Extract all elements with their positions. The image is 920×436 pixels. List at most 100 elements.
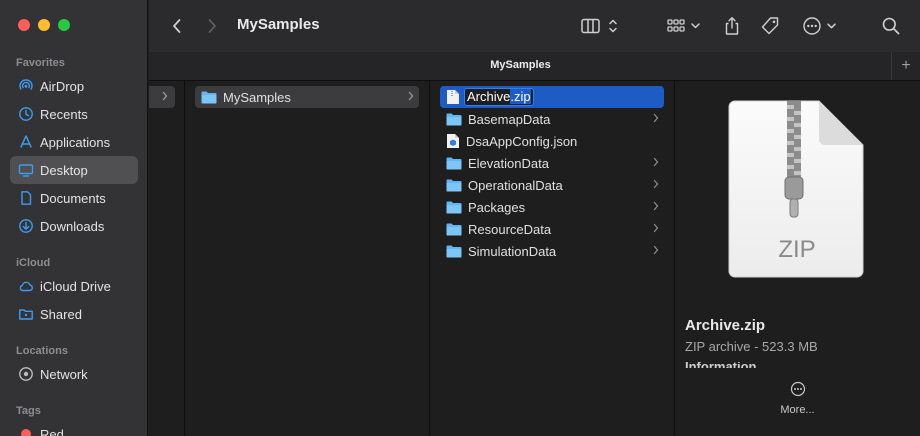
chevron-right-icon bbox=[653, 245, 659, 255]
search-icon bbox=[882, 17, 900, 35]
more-button[interactable]: More... bbox=[675, 381, 920, 416]
back-button[interactable] bbox=[167, 14, 187, 38]
rename-extension: .zip bbox=[510, 89, 531, 104]
new-tab-button[interactable]: + bbox=[891, 52, 920, 80]
window-title: MySamples bbox=[237, 16, 320, 33]
action-menu-button[interactable] bbox=[802, 14, 840, 38]
sidebar-item-label: Applications bbox=[40, 134, 111, 150]
shared-folder-icon bbox=[19, 309, 33, 320]
list-item-simulationdata[interactable]: SimulationData bbox=[440, 240, 664, 262]
search-button[interactable] bbox=[879, 14, 903, 38]
folder-icon bbox=[446, 201, 462, 213]
minimize-window-button[interactable] bbox=[38, 19, 50, 31]
preview-pane: ZIP Archive.zip ZIP archive - 523.3 MB I… bbox=[675, 81, 920, 436]
preview-file-name: Archive.zip bbox=[685, 317, 766, 334]
more-label: More... bbox=[780, 404, 815, 416]
ellipsis-circle-icon bbox=[790, 381, 805, 397]
sidebar-item-recents[interactable]: Recents bbox=[10, 100, 138, 128]
sidebar-section-icloud: iCloud bbox=[16, 257, 51, 269]
rename-field[interactable]: Archive.zip bbox=[464, 88, 534, 106]
list-item-resourcedata[interactable]: ResourceData bbox=[440, 218, 664, 240]
forward-button[interactable] bbox=[202, 14, 222, 38]
tab-mysamples[interactable]: MySamples bbox=[149, 59, 892, 71]
desktop-icon bbox=[18, 164, 34, 177]
item-name: Packages bbox=[468, 199, 526, 215]
folder-icon bbox=[446, 157, 462, 169]
rename-base: Archive bbox=[467, 89, 511, 104]
list-item-packages[interactable]: Packages bbox=[440, 196, 664, 218]
chevron-right-icon bbox=[653, 179, 659, 189]
item-name: SimulationData bbox=[468, 243, 557, 259]
chevron-right-icon bbox=[208, 19, 216, 33]
item-name: ResourceData bbox=[468, 221, 552, 237]
list-item-dsaappconfig-json[interactable]: DsaAppConfig.json bbox=[440, 130, 664, 152]
finder-window: Favorites AirDrop Recents Applications D… bbox=[0, 0, 920, 436]
sidebar-item-downloads[interactable]: Downloads bbox=[10, 212, 138, 240]
list-item-operationaldata[interactable]: OperationalData bbox=[440, 174, 664, 196]
share-icon bbox=[725, 17, 739, 35]
sidebar-item-network[interactable]: Network bbox=[10, 360, 138, 388]
column-view-icon bbox=[581, 18, 617, 34]
sidebar-section-favorites: Favorites bbox=[16, 57, 65, 69]
item-name: DsaAppConfig.json bbox=[466, 133, 578, 149]
window-controls bbox=[18, 19, 70, 31]
chevron-right-icon bbox=[653, 201, 659, 211]
folder-icon bbox=[201, 91, 217, 103]
applications-icon bbox=[20, 135, 32, 148]
network-icon bbox=[19, 367, 33, 381]
download-icon bbox=[19, 219, 33, 233]
item-name: ElevationData bbox=[468, 155, 549, 171]
zoom-window-button[interactable] bbox=[58, 19, 70, 31]
sidebar-item-documents[interactable]: Documents bbox=[10, 184, 138, 212]
zip-file-icon bbox=[447, 90, 459, 104]
sidebar-item-label: Recents bbox=[40, 106, 88, 122]
group-button[interactable] bbox=[666, 14, 704, 38]
sidebar-item-shared[interactable]: Shared bbox=[10, 300, 138, 328]
sidebar-item-label: Documents bbox=[40, 190, 106, 206]
item-name: BasemapData bbox=[468, 111, 551, 127]
sidebar: Favorites AirDrop Recents Applications D… bbox=[0, 0, 148, 436]
list-item-elevationdata[interactable]: ElevationData bbox=[440, 152, 664, 174]
sidebar-item-label: Network bbox=[40, 366, 88, 382]
column-1[interactable] bbox=[149, 81, 185, 436]
clock-icon bbox=[19, 107, 33, 121]
folder-icon bbox=[446, 113, 462, 125]
airdrop-icon bbox=[19, 79, 33, 90]
sidebar-item-applications[interactable]: Applications bbox=[10, 128, 138, 156]
chevron-right-icon bbox=[653, 223, 659, 233]
item-name: OperationalData bbox=[468, 177, 563, 193]
view-mode-button[interactable] bbox=[580, 14, 622, 38]
sidebar-item-label: Downloads bbox=[40, 218, 105, 234]
cloud-icon bbox=[19, 281, 33, 292]
list-item-mysamples[interactable]: MySamples bbox=[195, 86, 419, 108]
list-item-basemapdata[interactable]: BasemapData bbox=[440, 108, 664, 130]
folder-icon bbox=[446, 245, 462, 257]
list-item-archive-zip[interactable]: Archive.zip bbox=[440, 86, 664, 108]
sidebar-item-airdrop[interactable]: AirDrop bbox=[10, 72, 138, 100]
sidebar-item-tag-red[interactable]: Red bbox=[10, 420, 138, 436]
red-tag-dot-icon bbox=[21, 429, 31, 436]
sidebar-item-icloud-drive[interactable]: iCloud Drive bbox=[10, 272, 138, 300]
sidebar-item-label: AirDrop bbox=[40, 78, 85, 94]
group-grid-icon bbox=[667, 19, 700, 32]
column-2[interactable]: MySamples bbox=[185, 81, 430, 436]
item-name: MySamples bbox=[223, 89, 291, 105]
chevron-right-icon bbox=[653, 113, 659, 123]
close-window-button[interactable] bbox=[18, 19, 30, 31]
chevron-right-icon bbox=[408, 91, 414, 101]
share-button[interactable] bbox=[720, 14, 744, 38]
list-item[interactable] bbox=[149, 86, 175, 108]
column-3[interactable]: Archive.zip BasemapData DsaAppConfig.jso… bbox=[430, 81, 675, 436]
toolbar: MySamples bbox=[149, 0, 920, 52]
document-icon bbox=[21, 191, 32, 205]
zip-icon-label: ZIP bbox=[778, 236, 816, 263]
sidebar-item-label: Desktop bbox=[40, 162, 88, 178]
tab-bar: MySamples + bbox=[149, 52, 920, 81]
json-file-icon bbox=[447, 134, 459, 148]
tag-icon bbox=[761, 17, 779, 35]
sidebar-item-desktop[interactable]: Desktop bbox=[10, 156, 138, 184]
chevron-left-icon bbox=[173, 19, 181, 33]
chevron-right-icon bbox=[162, 91, 168, 101]
tag-button[interactable] bbox=[758, 14, 782, 38]
preview-information-header: Information bbox=[685, 362, 757, 368]
